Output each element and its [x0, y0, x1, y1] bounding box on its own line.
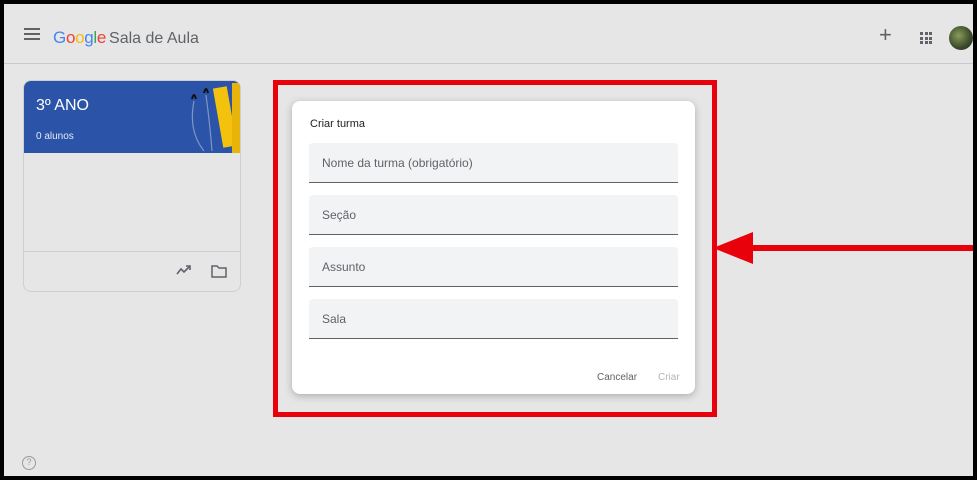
- class-title[interactable]: 3º ANO: [36, 97, 89, 115]
- folder-icon[interactable]: [211, 265, 227, 278]
- plus-icon[interactable]: +: [879, 24, 892, 46]
- class-card-footer: [24, 251, 240, 291]
- brand-letter: o: [75, 28, 85, 47]
- arrow-icon: [713, 232, 973, 264]
- app-logo[interactable]: Google Sala de Aula: [53, 28, 199, 48]
- student-count: 0 alunos: [36, 131, 74, 142]
- menu-icon[interactable]: [24, 28, 40, 40]
- apps-grid-icon[interactable]: [920, 32, 932, 44]
- google-wordmark: Google: [53, 28, 106, 47]
- brand-letter: G: [53, 28, 66, 47]
- product-name: Sala de Aula: [109, 30, 199, 47]
- brand-letter: o: [65, 28, 76, 47]
- brand-letter: e: [96, 28, 107, 47]
- top-bar: Google Sala de Aula +: [4, 4, 973, 64]
- avatar[interactable]: [949, 26, 973, 50]
- trending-icon[interactable]: [176, 264, 192, 276]
- highlight-box: [273, 80, 717, 417]
- card-illustration-icon: [191, 83, 240, 153]
- class-card[interactable]: 3º ANO 0 alunos: [23, 80, 241, 292]
- help-icon[interactable]: ?: [22, 456, 36, 470]
- class-card-header[interactable]: 3º ANO 0 alunos: [24, 81, 240, 153]
